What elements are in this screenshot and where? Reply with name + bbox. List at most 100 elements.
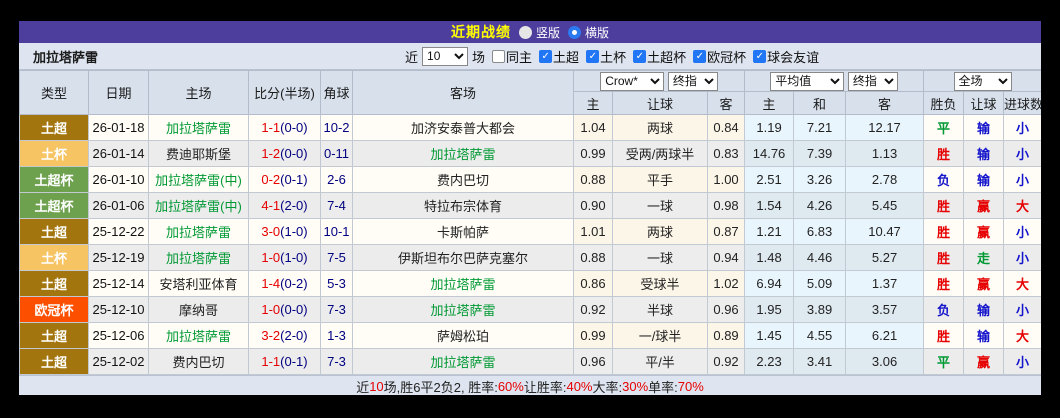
filter-item-champions-league[interactable]: 欧冠杯: [693, 47, 746, 66]
fulltime-score: 1-1: [261, 354, 281, 369]
corner-cell: 5-3: [320, 270, 353, 297]
avg-home-cell: 14.76: [744, 140, 795, 167]
summary-bar: 近 10 场,胜6平2负2, 胜率: 60% 让胜率: 40% 大率: 30% 单率: 70…: [19, 375, 1041, 395]
radio-horizontal-layout[interactable]: 横版: [568, 24, 609, 41]
type-cell: 土超: [19, 218, 89, 245]
col-header-type: 类型: [19, 70, 89, 115]
goals-result-cell: 小: [1003, 296, 1041, 323]
avg-draw-cell: 6.83: [793, 218, 847, 245]
date-cell: 26-01-14: [88, 140, 149, 167]
corner-cell: 2-6: [320, 166, 353, 193]
handicap-result-cell: 输: [963, 296, 1005, 323]
filter-item-cup[interactable]: 土杯: [586, 47, 626, 66]
result-cell: 平: [923, 114, 965, 141]
goals-result-cell: 大: [1003, 270, 1041, 297]
odds-home-cell: 0.88: [573, 244, 613, 271]
handicap-cell: 一/球半: [612, 322, 708, 349]
average-select[interactable]: 平均值: [770, 71, 845, 91]
avg-away-cell: 5.45: [845, 192, 925, 219]
result-cell: 胜: [923, 192, 965, 219]
goals-result-cell: 大: [1003, 322, 1041, 349]
checkbox-icon[interactable]: [492, 49, 506, 63]
avg-home-cell: 6.94: [744, 270, 795, 297]
radio-icon[interactable]: [568, 25, 581, 39]
away-team-cell: 费内巴切: [352, 166, 574, 193]
score-cell: 1-1(0-0): [248, 114, 321, 141]
odds-away-cell: 0.84: [706, 114, 746, 141]
avg-home-cell: 1.45: [744, 322, 795, 349]
checkbox-icon[interactable]: [753, 49, 767, 63]
filter-item-super-cup[interactable]: 土超杯: [633, 47, 686, 66]
checkbox-icon[interactable]: [693, 49, 707, 63]
fulltime-score: 0-2: [261, 172, 281, 187]
avg-draw-cell: 3.26: [793, 166, 847, 193]
handicap-result-cell: 赢: [963, 348, 1005, 375]
odds-home-cell: 0.99: [573, 322, 613, 349]
score-cell: 3-2(2-0): [248, 322, 321, 349]
date-cell: 25-12-19: [88, 244, 149, 271]
table-row: 土杯 25-12-19 加拉塔萨雷 1-0(1-0) 7-5 伊斯坦布尔巴萨克塞尔 0.88…: [19, 244, 1041, 271]
avg-away-cell: 12.17: [845, 114, 925, 141]
odds-away-cell: 0.98: [706, 192, 746, 219]
odds-away-cell: 0.87: [706, 218, 746, 245]
filter-item-super-lig[interactable]: 土超: [539, 47, 579, 66]
filter-item-same-home[interactable]: 同主: [492, 47, 532, 66]
home-team-cell: 加拉塔萨雷: [148, 114, 249, 141]
sub-header-avg-home: 主: [744, 91, 795, 115]
home-team-cell: 加拉塔萨雷: [148, 218, 249, 245]
radio-icon[interactable]: [518, 25, 532, 39]
score-cell: 1-0(0-0): [248, 296, 321, 323]
fulltime-score: 1-2: [261, 146, 281, 161]
corner-cell: 1-3: [320, 322, 353, 349]
halftime-score: (1-0): [280, 224, 308, 239]
checkbox-icon[interactable]: [539, 49, 553, 63]
type-cell: 土杯: [19, 244, 89, 271]
date-cell: 25-12-02: [88, 348, 149, 375]
corner-cell: 10-2: [320, 114, 353, 141]
away-team-cell: 加济安泰普大都会: [352, 114, 574, 141]
avg-draw-cell: 3.89: [793, 296, 847, 323]
scope-select[interactable]: 全场: [953, 71, 1012, 91]
avg-away-cell: 1.37: [845, 270, 925, 297]
radio-vertical-layout[interactable]: 竖版: [518, 24, 560, 41]
odds-away-cell: 0.89: [706, 322, 746, 349]
checkbox-icon[interactable]: [586, 49, 600, 63]
filter-item-friendly[interactable]: 球会友谊: [753, 47, 819, 66]
match-count-select[interactable]: 10: [422, 46, 469, 66]
away-team-cell: 伊斯坦布尔巴萨克塞尔: [352, 244, 574, 271]
radio-horizontal-label: 横版: [585, 25, 610, 40]
fulltime-score: 4-1: [261, 198, 281, 213]
corner-cell: 0-11: [320, 140, 353, 167]
filters-group: 近 10 场 同主 土超 土杯 土超杯 欧冠杯: [405, 43, 819, 69]
handicap-cell: 一球: [612, 192, 708, 219]
result-cell: 负: [923, 166, 965, 193]
odds-home-cell: 0.92: [573, 296, 613, 323]
corner-cell: 7-3: [320, 296, 353, 323]
fulltime-score: 3-2: [261, 328, 281, 343]
handicap-cell: 两球: [612, 218, 708, 245]
score-cell: 1-1(0-1): [248, 348, 321, 375]
type-cell: 土超杯: [19, 166, 89, 193]
checkbox-label: 球会友谊: [767, 49, 820, 65]
away-team-cell: 加拉塔萨雷: [352, 348, 574, 375]
away-team-cell: 加拉塔萨雷: [352, 296, 574, 323]
handicap-result-cell: 输: [963, 322, 1005, 349]
home-team-cell: 费迪耶斯堡: [148, 140, 249, 167]
result-cell: 负: [923, 296, 965, 323]
home-team-cell: 加拉塔萨雷(中): [148, 192, 249, 219]
odds-company-time-select[interactable]: 终指: [667, 71, 718, 91]
table-row: 土超杯 26-01-06 加拉塔萨雷(中) 4-1(2-0) 7-4 特拉布宗体育 0.90…: [19, 192, 1041, 219]
date-cell: 26-01-06: [88, 192, 149, 219]
sub-header-avg-away: 客: [845, 91, 925, 115]
avg-away-cell: 6.21: [845, 322, 925, 349]
table-row: 土超 26-01-18 加拉塔萨雷 1-1(0-0) 10-2 加济安泰普大都会 1.04 两…: [19, 114, 1041, 141]
odds-selects-cell: Crow* 终指: [572, 70, 746, 92]
checkbox-icon[interactable]: [633, 49, 647, 63]
table-row: 土超 25-12-06 加拉塔萨雷 3-2(2-0) 1-3 萨姆松珀 0.99 一/球半 0.…: [19, 322, 1041, 349]
odds-company-select[interactable]: Crow*: [600, 71, 665, 91]
result-cell: 胜: [923, 244, 965, 271]
away-team-cell: 特拉布宗体育: [352, 192, 574, 219]
goals-result-cell: 小: [1003, 218, 1041, 245]
average-time-select[interactable]: 终指: [847, 71, 898, 91]
away-team-cell: 卡斯帕萨: [352, 218, 574, 245]
